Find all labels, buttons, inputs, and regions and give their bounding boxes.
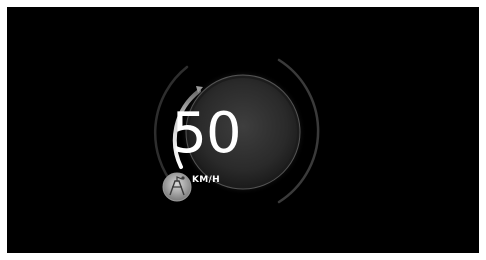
speed-unit-label: KM/H [192, 175, 220, 185]
speedometer-screen: 50 KM/H [7, 7, 479, 253]
speed-value: 50 [171, 101, 241, 166]
